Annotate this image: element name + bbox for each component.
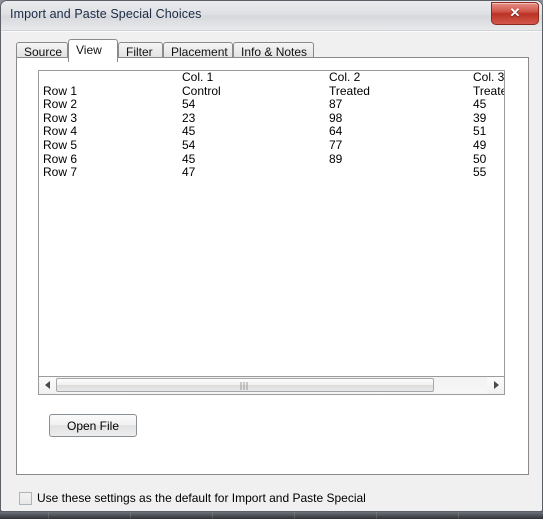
- table-row: Row 6 45 89 50: [39, 152, 504, 167]
- cell-col1: 23: [182, 111, 196, 125]
- table-row: Row 3 23 98 39: [39, 111, 504, 126]
- cell-col2: 77: [329, 138, 343, 152]
- title-bar: Import and Paste Special Choices ✕: [1, 1, 542, 31]
- grip-icon: [240, 382, 250, 390]
- row-label: [39, 71, 178, 85]
- cell-col2: [325, 166, 469, 180]
- row-label: Row 2: [43, 98, 78, 112]
- row-label: Row 7: [43, 166, 78, 180]
- row-label: Row 4: [43, 125, 78, 139]
- cell-col2: Col. 2: [329, 71, 361, 84]
- cell-col2: 64: [329, 125, 343, 139]
- cell-col3: 49: [473, 138, 487, 152]
- tab-view[interactable]: View: [68, 39, 118, 62]
- table-row: Row 7 47 55: [39, 166, 504, 180]
- cell-col2: Treated: [329, 84, 370, 98]
- cell-col2: 98: [329, 111, 343, 125]
- use-as-default-checkbox[interactable]: [19, 492, 32, 505]
- taskbar-edge: [0, 512, 543, 519]
- cell-col3: 45: [473, 98, 487, 112]
- cell-col1: 45: [182, 152, 196, 166]
- cell-col1: Control: [182, 84, 221, 98]
- cell-col1: 45: [182, 125, 196, 139]
- cell-col3: 39: [473, 111, 487, 125]
- horizontal-scrollbar[interactable]: [38, 377, 505, 395]
- cell-col2: 89: [329, 152, 343, 166]
- cell-col3: 50: [473, 152, 487, 166]
- triangle-left-icon: [44, 381, 50, 389]
- data-preview-panel[interactable]: Col. 1 Col. 2 Col. 3 Row 1 Control Treat…: [38, 70, 505, 377]
- open-file-button[interactable]: Open File: [49, 414, 137, 437]
- scroll-right-arrow-icon[interactable]: [487, 377, 504, 393]
- row-label: Row 6: [43, 152, 78, 166]
- window-title: Import and Paste Special Choices: [10, 7, 202, 21]
- scroll-left-arrow-icon[interactable]: [39, 377, 56, 393]
- close-icon: ✕: [509, 5, 521, 20]
- row-label: Row 3: [43, 111, 78, 125]
- cell-col3: 51: [473, 125, 487, 139]
- cell-col1: 47: [182, 166, 196, 180]
- cell-col3: Treated+: [473, 84, 504, 98]
- cell-col1: Col. 1: [182, 71, 214, 84]
- table-row: Col. 1 Col. 2 Col. 3: [39, 71, 505, 85]
- table-row: Row 1 Control Treated Treated+: [39, 84, 504, 99]
- scrollbar-thumb[interactable]: [56, 378, 434, 392]
- data-preview-table: Col. 1 Col. 2 Col. 3 Row 1 Control Treat…: [39, 71, 505, 180]
- row-label: Row 5: [43, 138, 78, 152]
- table-row: Row 2 54 87 45: [39, 98, 504, 112]
- dialog-window: Import and Paste Special Choices ✕ Sourc…: [0, 0, 543, 512]
- use-as-default-label: Use these settings as the default for Im…: [37, 491, 366, 505]
- tab-panel-view: Col. 1 Col. 2 Col. 3 Row 1 Control Treat…: [16, 57, 529, 475]
- close-button[interactable]: ✕: [491, 2, 539, 25]
- cell-col2: 87: [329, 98, 343, 112]
- cell-col1: 54: [182, 98, 196, 112]
- cell-col1: 54: [182, 138, 196, 152]
- dialog-client-area: Source View Filter Placement Info & Note…: [1, 31, 542, 511]
- triangle-right-icon: [493, 381, 499, 389]
- table-row: Row 5 54 77 49: [39, 138, 504, 153]
- row-label: Row 1: [43, 84, 78, 98]
- cell-col3: Col. 3: [473, 71, 505, 84]
- table-row: Row 4 45 64 51: [39, 125, 504, 139]
- cell-col3: 55: [473, 166, 487, 180]
